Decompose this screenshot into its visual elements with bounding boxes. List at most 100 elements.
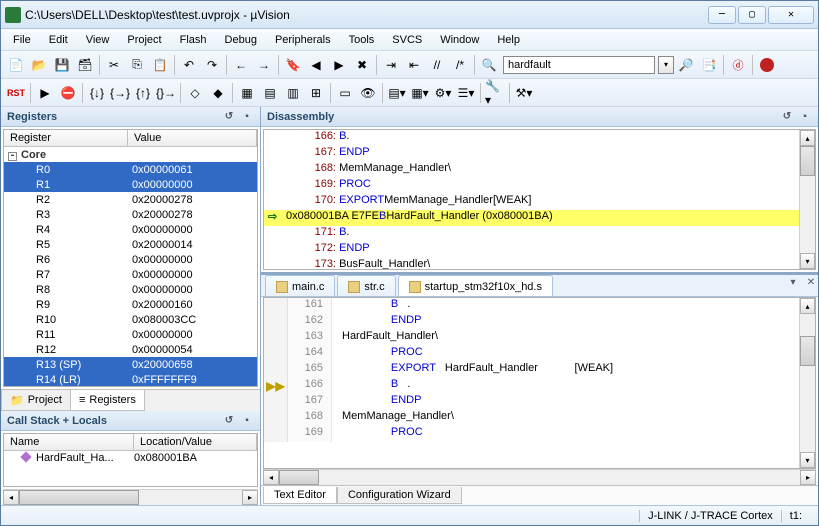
analyzer-dropdown[interactable]: ▤▾ — [386, 82, 408, 104]
register-row[interactable]: R90x20000160 — [4, 297, 257, 312]
scroll-down-icon[interactable]: ▾ — [800, 253, 815, 269]
menu-tools[interactable]: Tools — [341, 32, 383, 48]
disasm-line[interactable]: 173: BusFault_Handler\ — [264, 258, 815, 270]
step-out-icon[interactable]: {↑} — [132, 82, 154, 104]
editor-line[interactable]: 167 ENDP — [264, 394, 815, 410]
tab-config-wizard[interactable]: Configuration Wizard — [337, 487, 462, 504]
panel-menu-icon[interactable]: ↺ — [222, 110, 236, 124]
search-dropdown[interactable]: ▾ — [658, 56, 674, 74]
disasm-line[interactable]: 167: ENDP — [264, 146, 815, 162]
menu-svcs[interactable]: SVCS — [384, 32, 430, 48]
tab-main-c[interactable]: main.c — [265, 275, 335, 296]
reg-col-name[interactable]: Register — [4, 130, 128, 146]
register-row[interactable]: R40x00000000 — [4, 222, 257, 237]
settings-dropdown[interactable]: ⚒▾ — [513, 82, 535, 104]
disasm-menu-icon[interactable]: ↺ — [780, 110, 794, 124]
register-row[interactable]: R80x00000000 — [4, 282, 257, 297]
editor-line[interactable]: 165 EXPORT HardFault_Handler [WEAK] — [264, 362, 815, 378]
tab-registers[interactable]: ≡ Registers — [70, 390, 145, 411]
scroll-thumb[interactable] — [19, 490, 139, 505]
uncomment-icon[interactable]: /* — [449, 54, 471, 76]
scroll-thumb[interactable] — [800, 146, 815, 176]
tab-project[interactable]: 📁 Project — [1, 390, 71, 411]
register-row[interactable]: R20x20000278 — [4, 192, 257, 207]
register-row[interactable]: R110x00000000 — [4, 327, 257, 342]
paste-icon[interactable]: 📋 — [149, 54, 171, 76]
tools-dropdown[interactable]: 🔧▾ — [484, 82, 506, 104]
scroll-up-icon[interactable]: ▴ — [800, 298, 815, 314]
indent-icon[interactable]: ⇥ — [380, 54, 402, 76]
window-1-icon[interactable]: ▦ — [236, 82, 258, 104]
menu-file[interactable]: File — [5, 32, 39, 48]
register-row[interactable]: R70x00000000 — [4, 267, 257, 282]
bookmark-icon[interactable]: 🔖 — [282, 54, 304, 76]
menu-help[interactable]: Help — [489, 32, 528, 48]
save-icon[interactable]: 💾 — [51, 54, 73, 76]
window-2-icon[interactable]: ▤ — [259, 82, 281, 104]
editor-line[interactable]: ▶▶166 B . — [264, 378, 815, 394]
register-row[interactable]: R60x00000000 — [4, 252, 257, 267]
register-row[interactable]: R30x20000278 — [4, 207, 257, 222]
register-row[interactable]: R120x00000054 — [4, 342, 257, 357]
tab-text-editor[interactable]: Text Editor — [263, 487, 337, 504]
editor-line[interactable]: 164 PROC — [264, 346, 815, 362]
outdent-icon[interactable]: ⇤ — [403, 54, 425, 76]
register-row[interactable]: R14 (LR)0xFFFFFFF9 — [4, 372, 257, 387]
cs-col-name[interactable]: Name — [4, 434, 134, 450]
reg-col-value[interactable]: Value — [128, 130, 257, 146]
editor-line[interactable]: 162 ENDP — [264, 314, 815, 330]
disasm-line[interactable]: 166: B . — [264, 130, 815, 146]
cs-close-icon[interactable]: ▪ — [240, 414, 254, 428]
step-in-icon[interactable]: {↓} — [86, 82, 108, 104]
panel-close-icon[interactable]: ▪ — [240, 110, 254, 124]
scroll-right-icon[interactable]: ▸ — [800, 470, 816, 485]
minimize-button[interactable]: ─ — [708, 6, 736, 24]
close-button[interactable]: ✕ — [768, 6, 814, 24]
editor-dropdown-icon[interactable]: ▾ — [786, 275, 800, 289]
disasm-vscroll[interactable]: ▴ ▾ — [799, 130, 815, 269]
bookmark-prev-icon[interactable]: ◀ — [305, 54, 327, 76]
scroll-thumb[interactable] — [800, 336, 815, 366]
redo-icon[interactable]: ↷ — [201, 54, 223, 76]
editor-close-icon[interactable]: ✕ — [804, 275, 818, 289]
editor-vscroll[interactable]: ▴ ▾ — [799, 298, 815, 468]
editor-line[interactable]: 161 B . — [264, 298, 815, 314]
editor-line[interactable]: 169 PROC — [264, 426, 815, 442]
disasm-close-icon[interactable]: ▪ — [798, 110, 812, 124]
cs-col-value[interactable]: Location/Value — [134, 434, 257, 450]
run-icon[interactable]: ▶ — [34, 82, 56, 104]
scroll-thumb[interactable] — [279, 470, 319, 485]
bookmark-next-icon[interactable]: ▶ — [328, 54, 350, 76]
copy-icon[interactable]: ⎘ — [126, 54, 148, 76]
disasm-line[interactable]: ⇨0x080001BA E7FE B HardFault_Handler (0x… — [264, 210, 815, 226]
disasm-line[interactable]: 168: MemManage_Handler\ — [264, 162, 815, 178]
search-input[interactable] — [503, 56, 655, 74]
comment-icon[interactable]: // — [426, 54, 448, 76]
window-3-icon[interactable]: ▥ — [282, 82, 304, 104]
menu-window[interactable]: Window — [432, 32, 487, 48]
scroll-right-icon[interactable]: ▸ — [242, 490, 258, 505]
window-4-icon[interactable]: ⊞ — [305, 82, 327, 104]
find-in-files-icon[interactable]: 📑 — [698, 54, 720, 76]
disasm-line[interactable]: 172: ENDP — [264, 242, 815, 258]
tab-startup[interactable]: startup_stm32f10x_hd.s — [398, 275, 553, 296]
cs-hscroll[interactable]: ◂ ▸ — [3, 489, 258, 505]
new-file-icon[interactable]: 📄 — [5, 54, 27, 76]
toggle-bp-icon[interactable]: ◇ — [184, 82, 206, 104]
disasm-line[interactable]: 170: EXPORT MemManage_Handler [WEAK] — [264, 194, 815, 210]
editor-body[interactable]: 161 B .162 ENDP 163HardFault_Handler\164… — [263, 297, 816, 469]
menu-peripherals[interactable]: Peripherals — [267, 32, 339, 48]
callstack-row[interactable]: HardFault_Ha... 0x080001BA — [4, 451, 257, 465]
register-row[interactable]: R13 (SP)0x20000658 — [4, 357, 257, 372]
nav-back-icon[interactable]: ← — [230, 54, 252, 76]
watch-icon[interactable]: 👁 — [357, 82, 379, 104]
bookmark-clear-icon[interactable]: ✖ — [351, 54, 373, 76]
nav-fwd-icon[interactable]: → — [253, 54, 275, 76]
debug-icon[interactable]: ⓓ — [727, 54, 749, 76]
disasm-body[interactable]: 166: B .167: ENDP 168: MemManage_Handler… — [263, 129, 816, 270]
menu-debug[interactable]: Debug — [217, 32, 265, 48]
scroll-up-icon[interactable]: ▴ — [800, 130, 815, 146]
menu-view[interactable]: View — [78, 32, 118, 48]
cut-icon[interactable]: ✂ — [103, 54, 125, 76]
undo-icon[interactable]: ↶ — [178, 54, 200, 76]
